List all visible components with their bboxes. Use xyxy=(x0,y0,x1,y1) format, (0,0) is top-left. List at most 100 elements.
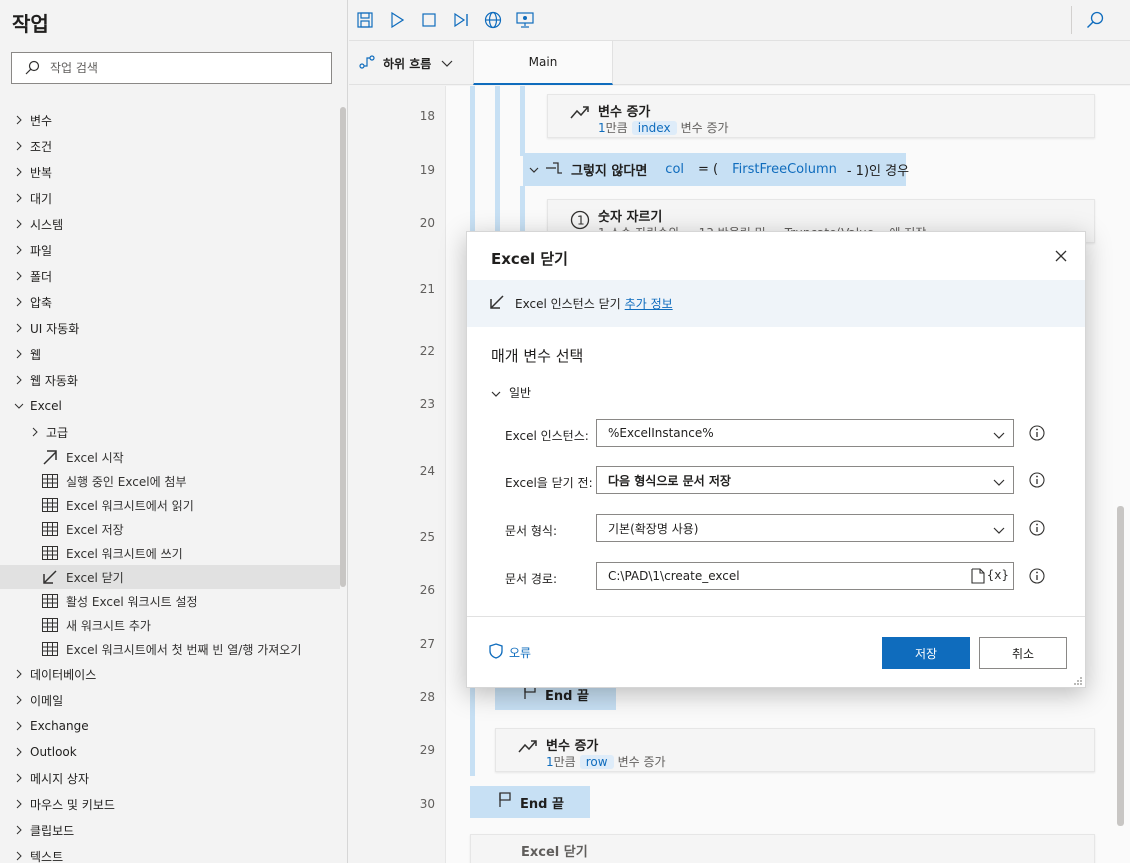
else-tail: - 1)인 경우 xyxy=(846,164,910,179)
save-icon[interactable] xyxy=(355,10,375,30)
actions-tree: 변수 조건 반복 대기 시스템 파일 폴더 압축 UI 자동화 웹 웹 자동화 … xyxy=(0,107,340,863)
chevron-right-icon xyxy=(14,825,24,835)
run-next-action-icon[interactable] xyxy=(451,10,471,30)
tree-group-label: 고급 xyxy=(46,425,69,440)
tree-group-loops[interactable]: 반복 xyxy=(0,159,340,185)
tree-group-mouse-keyboard[interactable]: 마우스 및 키보드 xyxy=(0,791,340,817)
file-picker-icon[interactable] xyxy=(971,568,985,587)
chevron-right-icon xyxy=(14,799,24,809)
chevron-right-icon xyxy=(14,747,24,757)
tree-group-web[interactable]: 웹 xyxy=(0,341,340,367)
before-close-dropdown[interactable]: 다음 형식으로 문서 저장 xyxy=(596,466,1014,494)
stop-icon[interactable] xyxy=(419,10,439,30)
action-get-first-free[interactable]: Excel 워크시트에서 첫 번째 빈 열/행 가져오기 xyxy=(0,637,340,661)
tree-group-email[interactable]: 이메일 xyxy=(0,687,340,713)
field-value: 다음 형식으로 문서 저장 xyxy=(608,473,731,488)
step-else-if[interactable]: 그렇지 않다면 col = ( FirstFreeColumn - 1)인 경우 xyxy=(523,153,910,186)
actions-pane: 작업 변수 조건 반복 대기 시스템 파일 폴더 압축 UI 자동화 웹 웹 자… xyxy=(0,0,348,863)
tree-group-variables[interactable]: 변수 xyxy=(0,107,340,133)
step-description: 1만큼 row 변수 증가 xyxy=(546,753,666,770)
chevron-down-icon xyxy=(491,386,501,400)
tree-group-clipboard[interactable]: 클립보드 xyxy=(0,817,340,843)
field-row-format: 문서 형식: 기본(확장명 사용) xyxy=(467,514,1085,544)
tree-group-folder[interactable]: 폴더 xyxy=(0,263,340,289)
action-launch-excel[interactable]: Excel 시작 xyxy=(0,445,340,469)
tree-group-conditionals[interactable]: 조건 xyxy=(0,133,340,159)
tree-group-label: 메시지 상자 xyxy=(30,771,90,786)
chevron-down-icon xyxy=(14,403,24,409)
excel-instance-dropdown[interactable]: %ExcelInstance% xyxy=(596,419,1014,447)
info-icon[interactable] xyxy=(1029,472,1045,488)
tree-group-compression[interactable]: 압축 xyxy=(0,289,340,315)
tree-group-label: 클립보드 xyxy=(30,823,75,838)
params-title: 매개 변수 선택 xyxy=(491,347,584,365)
step-end-outer[interactable]: End 끝 xyxy=(470,786,590,818)
subflows-label: 하위 흐름 xyxy=(383,56,432,71)
field-label: Excel을 닫기 전: xyxy=(505,476,593,490)
tree-group-ui-automation[interactable]: UI 자동화 xyxy=(0,315,340,341)
action-write-worksheet[interactable]: Excel 워크시트에 쓰기 xyxy=(0,541,340,565)
canvas-scrollbar[interactable] xyxy=(1117,506,1124,826)
tree-group-label: 마우스 및 키보드 xyxy=(30,797,115,812)
section-general-toggle[interactable]: 일반 xyxy=(491,384,531,401)
resize-grip-icon[interactable] xyxy=(1073,675,1083,685)
tree-group-outlook[interactable]: Outlook xyxy=(0,739,340,765)
excel-sheet-icon xyxy=(41,616,59,634)
tab-main[interactable]: Main xyxy=(473,41,613,85)
variable-picker-button[interactable]: {x} xyxy=(987,568,1009,582)
else-branch-icon xyxy=(545,161,563,178)
action-close-excel[interactable]: Excel 닫기 xyxy=(0,565,340,589)
excel-sheet-icon xyxy=(41,544,59,562)
action-label: 실행 중인 Excel에 첨부 xyxy=(66,474,187,489)
desktop-recorder-icon[interactable] xyxy=(515,10,535,30)
action-search-input[interactable] xyxy=(50,61,320,75)
tree-group-label: Excel xyxy=(30,399,62,413)
tree-group-label: 압축 xyxy=(30,295,53,310)
trend-up-icon xyxy=(570,105,590,125)
cancel-button[interactable]: 취소 xyxy=(979,637,1067,669)
chevron-right-icon xyxy=(14,851,24,861)
tree-group-database[interactable]: 데이터베이스 xyxy=(0,661,340,687)
save-button[interactable]: 저장 xyxy=(882,637,970,669)
document-format-dropdown[interactable]: 기본(확장명 사용) xyxy=(596,514,1014,542)
field-value: %ExcelInstance% xyxy=(608,426,714,440)
info-icon[interactable] xyxy=(1029,568,1045,584)
chevron-down-icon xyxy=(441,56,453,70)
tree-group-message-boxes[interactable]: 메시지 상자 xyxy=(0,765,340,791)
tree-group-system[interactable]: 시스템 xyxy=(0,211,340,237)
tree-subgroup-advanced[interactable]: 고급 xyxy=(0,419,340,445)
action-label: Excel 워크시트에서 첫 번째 빈 열/행 가져오기 xyxy=(66,642,302,657)
action-attach-excel[interactable]: 실행 중인 Excel에 첨부 xyxy=(0,469,340,493)
action-save-excel[interactable]: Excel 저장 xyxy=(0,517,340,541)
action-set-active-worksheet[interactable]: 활성 Excel 워크시트 설정 xyxy=(0,589,340,613)
tree-group-web-automation[interactable]: 웹 자동화 xyxy=(0,367,340,393)
tree-group-text[interactable]: 텍스트 xyxy=(0,843,340,863)
search-icon[interactable] xyxy=(1085,10,1105,30)
designer-toolbar xyxy=(349,0,1130,41)
tree-group-wait[interactable]: 대기 xyxy=(0,185,340,211)
document-path-input[interactable]: C:\PAD\1\create_excel {x} xyxy=(596,562,1014,590)
step-increment-row[interactable]: 변수 증가 1만큼 row 변수 증가 xyxy=(495,728,1095,772)
action-add-worksheet[interactable]: 새 워크시트 추가 xyxy=(0,613,340,637)
step-close-excel-partial[interactable]: Excel 닫기 xyxy=(470,834,1095,863)
subflows-dropdown[interactable]: 하위 흐름 xyxy=(359,41,453,85)
close-icon[interactable] xyxy=(1053,248,1069,264)
action-search-box[interactable] xyxy=(11,52,332,84)
info-icon[interactable] xyxy=(1029,520,1045,536)
tree-group-label: 대기 xyxy=(30,191,53,206)
tree-group-exchange[interactable]: Exchange xyxy=(0,713,340,739)
number-circle-icon: 1 xyxy=(570,210,590,230)
actions-pane-scrollbar[interactable] xyxy=(340,107,346,587)
info-icon[interactable] xyxy=(1029,425,1045,441)
action-label: Excel 저장 xyxy=(66,522,124,537)
errors-link[interactable]: 오류 xyxy=(489,643,531,662)
step-increment-index[interactable]: 변수 증가 1만큼 index 변수 증가 xyxy=(547,94,1095,138)
tree-group-file[interactable]: 파일 xyxy=(0,237,340,263)
tree-group-label: Exchange xyxy=(30,719,89,733)
action-read-worksheet[interactable]: Excel 워크시트에서 읽기 xyxy=(0,493,340,517)
more-info-link[interactable]: 추가 정보 xyxy=(625,295,673,312)
web-recorder-icon[interactable] xyxy=(483,10,503,30)
tree-group-excel[interactable]: Excel xyxy=(0,393,340,419)
run-icon[interactable] xyxy=(387,10,407,30)
chevron-right-icon xyxy=(14,695,24,705)
